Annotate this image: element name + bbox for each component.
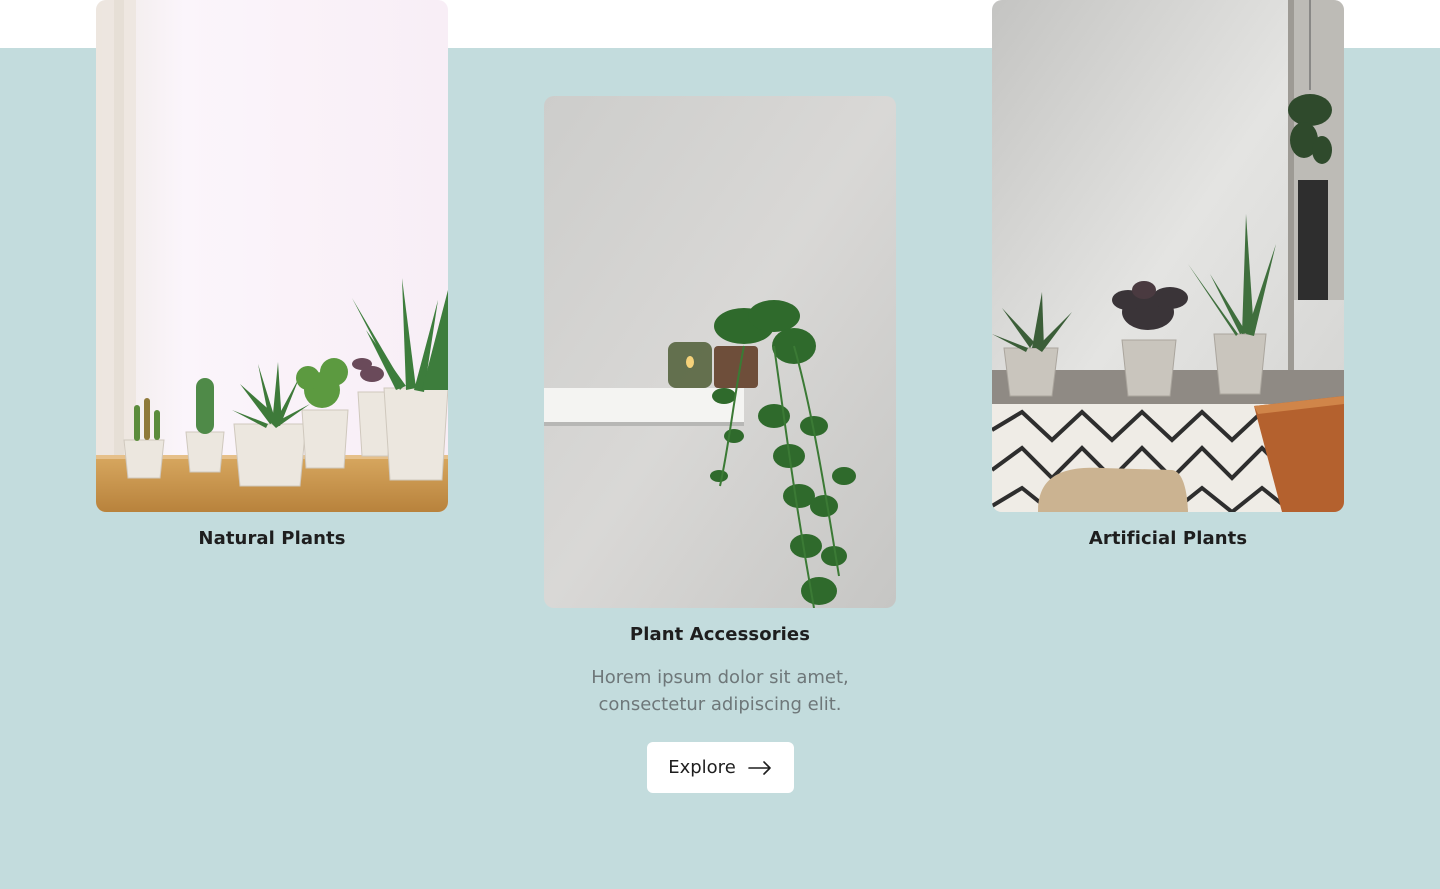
card-title[interactable]: Artificial Plants [992, 528, 1344, 550]
natural-plants-image[interactable] [96, 0, 448, 512]
category-card-plant-accessories[interactable]: Plant Accessories Horem ipsum dolor sit … [544, 96, 896, 793]
explore-button[interactable]: Explore [646, 742, 794, 793]
plant-accessories-image[interactable] [544, 96, 896, 608]
explore-button-label: Explore [668, 757, 736, 778]
category-section: Natural Plants Plant Accessories Horem i… [0, 0, 1440, 889]
card-title[interactable]: Natural Plants [96, 528, 448, 550]
category-card-natural-plants[interactable]: Natural Plants [96, 0, 448, 550]
category-card-artificial-plants[interactable]: Artificial Plants [992, 0, 1344, 550]
card-title[interactable]: Plant Accessories [544, 624, 896, 646]
arrow-right-icon [747, 760, 772, 775]
card-description: Horem ipsum dolor sit amet, consectetur … [591, 667, 849, 715]
artificial-plants-image[interactable] [992, 0, 1344, 512]
